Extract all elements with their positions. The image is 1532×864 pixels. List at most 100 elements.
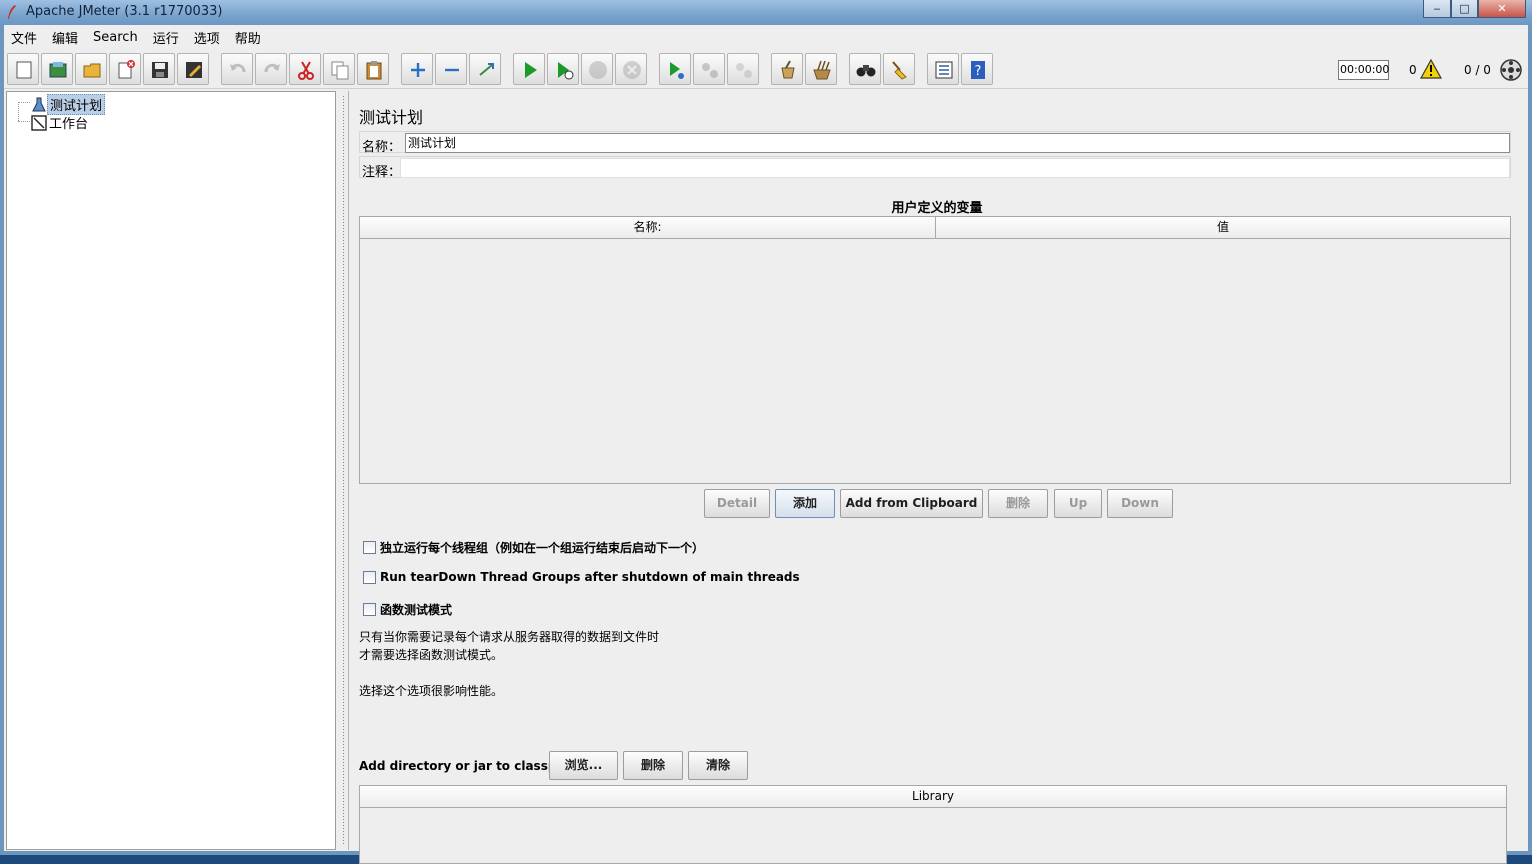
svg-text:?: ? <box>975 64 982 79</box>
templates-button[interactable] <box>41 53 73 85</box>
menu-edit[interactable]: 编辑 <box>52 28 85 47</box>
collapse-icon <box>445 68 459 72</box>
test-plan-tree[interactable]: 测试计划 工作台 <box>6 91 336 850</box>
menu-bar: 文件 编辑 Search 运行 选项 帮助 <box>4 25 1528 50</box>
comment-row: 注释： <box>359 156 1511 180</box>
tree-item-label: 工作台 <box>49 117 89 132</box>
test-plan-editor: 测试计划 名称： 测试计划 注释： 用户定义的变量 名称: 值 Detail 添… <box>348 91 1524 864</box>
reset-search-button[interactable] <box>883 53 915 85</box>
minimize-button[interactable]: ‒ <box>1423 0 1451 18</box>
open-button[interactable] <box>75 53 107 85</box>
user-variables-title: 用户定义的变量 <box>891 201 983 216</box>
start-no-timers-button[interactable] <box>547 53 579 85</box>
user-variables-table[interactable]: 名称: 值 <box>359 216 1511 484</box>
close-file-icon <box>118 60 135 79</box>
add-button[interactable]: 添加 <box>775 489 835 518</box>
clear-button[interactable] <box>771 53 803 85</box>
clear-all-button[interactable] <box>805 53 837 85</box>
save-button[interactable] <box>143 53 175 85</box>
open-icon <box>83 63 101 78</box>
start-no-timers-icon <box>558 62 574 80</box>
name-label: 名称： <box>362 140 402 155</box>
comment-field[interactable] <box>400 158 1510 178</box>
minimize-icon: ‒ <box>1433 2 1441 15</box>
detail-button[interactable]: Detail <box>704 489 770 518</box>
new-button[interactable] <box>7 53 39 85</box>
add-from-clipboard-button[interactable]: Add from Clipboard <box>840 489 983 518</box>
stop-icon <box>589 61 607 79</box>
name-field[interactable]: 测试计划 <box>405 133 1510 153</box>
tree-connector <box>18 102 19 121</box>
remote-shutdown-all-button[interactable] <box>727 53 759 85</box>
save-as-button[interactable] <box>177 53 209 85</box>
maximize-icon: □ <box>1459 2 1470 15</box>
column-header-library[interactable]: Library <box>360 786 1506 808</box>
functional-mode-note: 才需要选择函数测试模式。 <box>359 648 504 662</box>
expand-all-button[interactable] <box>401 53 433 85</box>
classpath-delete-button[interactable]: 删除 <box>623 751 683 780</box>
down-button[interactable]: Down <box>1107 489 1173 518</box>
test-plan-icon <box>32 97 46 111</box>
remote-stop-all-button[interactable] <box>693 53 725 85</box>
tree-item-label: 测试计划 <box>47 94 106 115</box>
active-threads-count: 0 / 0 <box>1464 63 1491 77</box>
function-helper-button[interactable] <box>927 53 959 85</box>
start-button[interactable] <box>513 53 545 85</box>
column-header-name[interactable]: 名称: <box>360 217 936 239</box>
search-button[interactable] <box>849 53 881 85</box>
undo-button[interactable] <box>221 53 253 85</box>
functional-mode-checkbox[interactable]: 函数测试模式 <box>363 601 452 618</box>
close-file-button[interactable] <box>109 53 141 85</box>
copy-button[interactable] <box>323 53 355 85</box>
library-table[interactable]: Library <box>359 785 1507 864</box>
help-icon: ? <box>971 61 985 79</box>
collapse-all-button[interactable] <box>435 53 467 85</box>
remote-start-all-button[interactable] <box>659 53 691 85</box>
cut-button[interactable] <box>289 53 321 85</box>
column-header-value[interactable]: 值 <box>936 217 1510 239</box>
remote-shutdown-icon <box>736 63 752 78</box>
title-bar: Apache JMeter (3.1 r1770033) ‒ □ ✕ <box>0 0 1532 25</box>
up-button[interactable]: Up <box>1054 489 1102 518</box>
close-window-button[interactable]: ✕ <box>1478 0 1526 18</box>
classpath-clear-button[interactable]: 清除 <box>688 751 748 780</box>
toggle-button[interactable] <box>469 53 501 85</box>
tree-connector <box>18 121 30 122</box>
tree-item-workbench[interactable]: 工作台 <box>31 113 90 132</box>
menu-run[interactable]: 运行 <box>153 28 186 47</box>
redo-button[interactable] <box>255 53 287 85</box>
checkbox-box[interactable] <box>363 541 376 554</box>
checkbox-label: 函数测试模式 <box>380 603 453 617</box>
paste-button[interactable] <box>357 53 389 85</box>
shutdown-button[interactable] <box>615 53 647 85</box>
menu-options[interactable]: 选项 <box>194 28 227 47</box>
teardown-on-shutdown-checkbox[interactable]: Run tearDown Thread Groups after shutdow… <box>363 570 800 584</box>
workbench-icon <box>31 114 47 131</box>
browse-button[interactable]: 浏览... <box>549 751 618 780</box>
undo-icon <box>230 63 246 73</box>
serialize-threadgroups-checkbox[interactable]: 独立运行每个线程组（例如在一个组运行结束后启动下一个） <box>363 539 704 556</box>
stop-button[interactable] <box>581 53 613 85</box>
split-pane-divider[interactable] <box>338 91 348 850</box>
checkbox-box[interactable] <box>363 603 376 616</box>
jmeter-feather-icon <box>8 5 16 19</box>
performance-note: 选择这个选项很影响性能。 <box>359 684 504 698</box>
save-as-icon <box>186 62 202 78</box>
cut-icon <box>298 61 314 80</box>
maximize-button[interactable]: □ <box>1451 0 1478 18</box>
clear-all-icon <box>813 60 831 80</box>
functional-mode-note: 只有当你需要记录每个请求从服务器取得的数据到文件时 <box>359 630 660 644</box>
name-row: 名称： 测试计划 <box>359 131 1511 155</box>
clear-icon <box>781 60 795 79</box>
warning-icon[interactable] <box>1420 59 1442 79</box>
shutdown-icon <box>623 61 641 79</box>
tree-connector <box>18 102 30 103</box>
menu-help[interactable]: 帮助 <box>235 28 268 47</box>
tree-item-test-plan[interactable]: 测试计划 <box>31 94 106 115</box>
checkbox-box[interactable] <box>363 570 376 584</box>
jmeter-window: Apache JMeter (3.1 r1770033) ‒ □ ✕ 文件 编辑… <box>0 0 1532 864</box>
menu-search[interactable]: Search <box>93 30 145 45</box>
delete-button[interactable]: 删除 <box>988 489 1048 518</box>
menu-file[interactable]: 文件 <box>11 28 44 47</box>
help-button[interactable]: ? <box>961 53 993 85</box>
